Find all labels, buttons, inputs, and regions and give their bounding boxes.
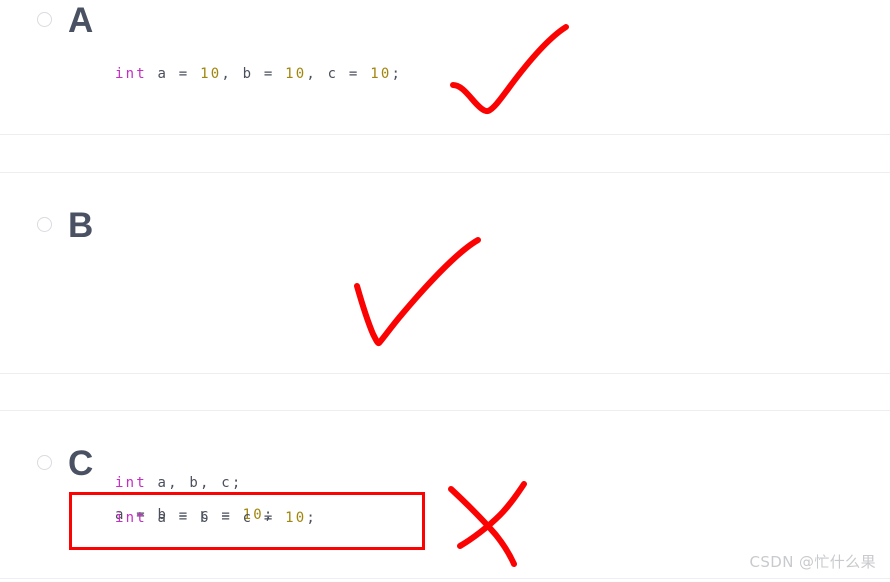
code-token-op: = <box>221 510 232 526</box>
quiz-option-c[interactable]: C <box>0 443 890 487</box>
divider-line <box>0 578 890 579</box>
option-c-letter: C <box>68 444 94 483</box>
csdn-watermark: CSDN @忙什么果 <box>749 553 876 571</box>
code-token-num: 10 <box>200 66 222 82</box>
code-token-punc: ; <box>306 510 318 526</box>
code-token-id: b <box>189 510 222 526</box>
code-token-id: c <box>231 510 264 526</box>
code-token-punc <box>360 66 371 82</box>
quiz-option-a[interactable]: A int a = 10, b = 10, c = 10; <box>0 0 890 82</box>
divider-line <box>0 410 890 411</box>
code-token-kw: int <box>115 510 147 526</box>
quiz-option-b[interactable]: B int a, b, c; a = b = c = 10; <box>0 205 890 523</box>
divider-line <box>0 134 890 135</box>
code-token-num: 10 <box>285 66 307 82</box>
code-token-op: = <box>178 66 190 82</box>
option-c-header: C <box>0 443 890 487</box>
code-token-id: a <box>146 510 179 526</box>
option-b-header: B <box>0 205 890 249</box>
option-b-letter: B <box>68 206 94 245</box>
code-token-num: 10 <box>370 66 392 82</box>
code-token-id: , c <box>306 66 349 82</box>
code-token-kw: int <box>115 66 147 82</box>
quiz-options-page: A int a = 10, b = 10, c = 10; B int a , b… <box>0 0 890 582</box>
code-token-num: 10 <box>285 510 307 526</box>
radio-button-a[interactable] <box>37 12 52 27</box>
code-token-op: = <box>263 66 275 82</box>
code-token-id: , b <box>221 66 264 82</box>
option-a-letter: A <box>68 1 94 40</box>
code-token-op: = <box>178 510 190 526</box>
code-token-id: a <box>146 66 179 82</box>
option-c-code: int a = b = c = 10; <box>115 502 317 534</box>
divider-line <box>0 373 890 374</box>
cross-icon-option-c <box>448 481 527 567</box>
code-token-punc <box>274 510 285 526</box>
radio-button-c[interactable] <box>37 455 52 470</box>
option-a-code: int a = 10, b = 10, c = 10; <box>115 58 402 90</box>
code-token-op: = <box>348 66 360 82</box>
code-token-punc <box>189 66 200 82</box>
divider-line <box>0 172 890 173</box>
radio-button-b[interactable] <box>37 217 52 232</box>
code-token-punc <box>274 66 285 82</box>
code-token-punc: ; <box>391 66 403 82</box>
code-token-op: = <box>263 510 275 526</box>
option-a-header: A <box>0 0 890 44</box>
